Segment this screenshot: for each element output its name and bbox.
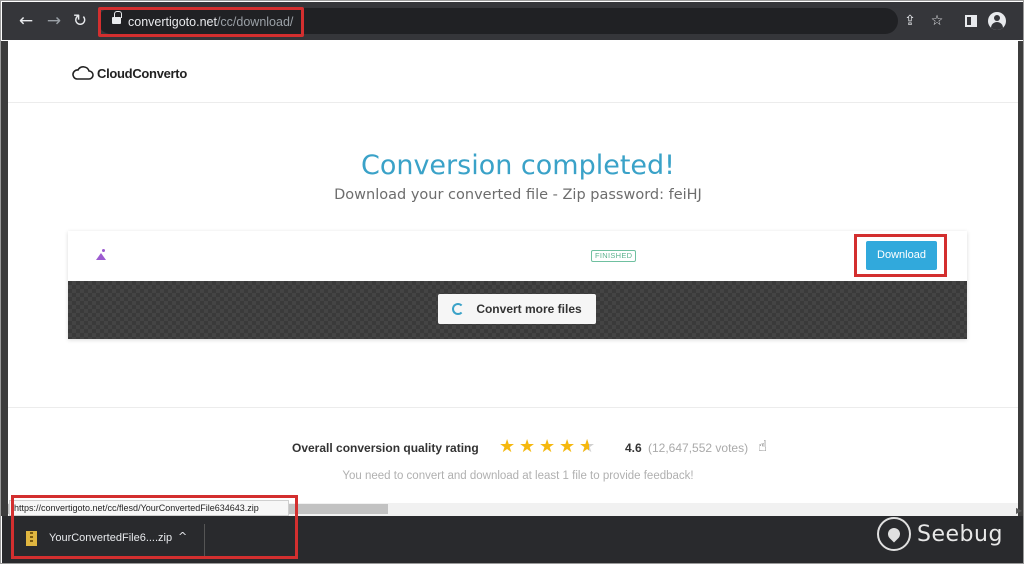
site-logo[interactable]: CloudConverto xyxy=(72,64,187,82)
rating-stars[interactable]: ★ ★ ★ ★ ★★ xyxy=(499,437,599,457)
download-shelf-highlight-box xyxy=(11,495,298,559)
star-icon[interactable]: ★ xyxy=(519,437,539,457)
rating-value: 4.6 xyxy=(625,441,642,455)
forward-arrow-icon[interactable]: → xyxy=(44,10,64,32)
scroll-right-arrow-icon[interactable]: ▶ xyxy=(1016,506,1022,515)
site-header: CloudConverto xyxy=(8,40,1018,103)
side-panel-icon[interactable] xyxy=(965,15,977,27)
convert-more-band: Convert more files xyxy=(68,281,967,339)
convert-more-button[interactable]: Convert more files xyxy=(438,294,596,324)
status-badge: FINISHED xyxy=(591,250,637,262)
seebug-logo-icon xyxy=(877,517,911,551)
image-file-icon xyxy=(95,248,108,261)
rating-label: Overall conversion quality rating xyxy=(292,441,479,455)
left-window-edge xyxy=(1,41,8,516)
star-icon[interactable]: ★ xyxy=(499,437,519,457)
seebug-watermark: Seebug xyxy=(877,517,1003,551)
file-row: FINISHED Download xyxy=(68,231,967,281)
hand-pointer-icon: ☝ xyxy=(758,437,768,455)
page-subtitle: Download your converted file - Zip passw… xyxy=(334,187,702,203)
profile-icon[interactable] xyxy=(988,12,1006,30)
feedback-note: You need to convert and download at leas… xyxy=(342,470,694,482)
right-window-edge xyxy=(1018,41,1023,516)
half-star-icon[interactable]: ★★ xyxy=(579,437,599,457)
cloud-icon xyxy=(72,66,94,80)
reload-icon[interactable]: ↻ xyxy=(70,10,90,32)
rating-votes: (12,647,552 votes) xyxy=(648,441,749,455)
back-arrow-icon[interactable]: ← xyxy=(16,10,36,32)
share-icon[interactable]: ⇪ xyxy=(900,11,920,31)
bookmark-star-icon[interactable]: ☆ xyxy=(927,11,947,31)
url-highlight-box xyxy=(98,7,304,37)
page-content: CloudConverto Conversion completed! Down… xyxy=(8,40,1018,516)
star-icon[interactable]: ★ xyxy=(539,437,559,457)
convert-more-label: Convert more files xyxy=(476,302,582,316)
watermark-text: Seebug xyxy=(917,521,1003,547)
page-title: Conversion completed! xyxy=(360,150,676,181)
rating-divider xyxy=(8,407,1018,408)
logo-text: CloudConverto xyxy=(97,65,187,81)
star-icon[interactable]: ★ xyxy=(559,437,579,457)
screenshot-frame: ← → ↻ convertigoto.net/cc/download/ ⇪ ☆ … xyxy=(0,0,1024,564)
conversion-card: FINISHED Download Convert more files xyxy=(68,231,967,339)
download-highlight-box xyxy=(854,234,947,277)
refresh-icon xyxy=(452,303,465,315)
browser-toolbar: ← → ↻ convertigoto.net/cc/download/ ⇪ ☆ xyxy=(2,2,1023,40)
